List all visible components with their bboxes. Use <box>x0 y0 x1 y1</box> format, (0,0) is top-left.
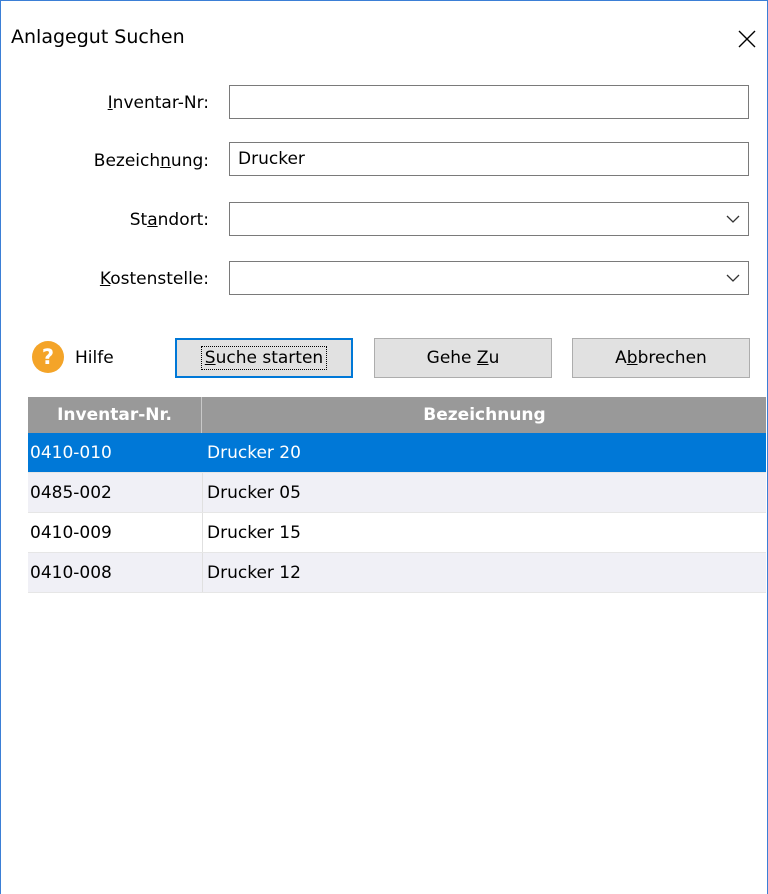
question-icon[interactable]: ? <box>32 341 64 373</box>
table-row[interactable]: 0410-010 Drucker 20 <box>28 433 766 473</box>
close-button[interactable] <box>728 20 766 58</box>
help-label[interactable]: Hilfe <box>75 348 114 368</box>
bezeichnung-field[interactable] <box>229 142 749 176</box>
cell-bezeichnung: Drucker 15 <box>207 522 301 543</box>
cell-bezeichnung: Drucker 20 <box>207 442 301 463</box>
column-header-bezeichnung[interactable]: Bezeichnung <box>203 397 766 433</box>
inventar-nr-label: Inventar-Nr: <box>107 93 209 113</box>
bezeichnung-input[interactable] <box>230 143 748 175</box>
cell-inventar-nr: 0410-010 <box>28 433 203 472</box>
cell-bezeichnung: Drucker 05 <box>207 482 301 503</box>
inventar-nr-input[interactable] <box>230 86 748 118</box>
goto-button[interactable]: Gehe Zu <box>374 338 552 378</box>
chevron-down-icon <box>726 274 740 282</box>
chevron-down-icon <box>726 215 740 223</box>
cell-inventar-nr: 0485-002 <box>28 473 203 512</box>
table-header: Inventar-Nr. Bezeichnung <box>28 397 766 433</box>
search-button[interactable]: Suche starten <box>175 338 353 378</box>
title-bar: Anlagegut Suchen <box>1 1 767 78</box>
cell-bezeichnung: Drucker 12 <box>207 562 301 583</box>
kostenstelle-label: Kostenstelle: <box>99 269 209 289</box>
window-title: Anlagegut Suchen <box>11 26 185 48</box>
search-dialog: Anlagegut Suchen Inventar-Nr: Bezeichnun… <box>0 0 768 894</box>
kostenstelle-dropdown[interactable] <box>229 261 749 295</box>
bezeichnung-label: Bezeichnung: <box>93 151 209 171</box>
search-button-label: Suche starten <box>200 346 328 370</box>
cancel-button-label: Abbrechen <box>615 348 707 368</box>
inventar-nr-field[interactable] <box>229 85 749 119</box>
standort-label: Standort: <box>129 210 209 230</box>
goto-button-label: Gehe Zu <box>426 348 500 368</box>
column-header-inventar-nr[interactable]: Inventar-Nr. <box>28 397 202 433</box>
cell-inventar-nr: 0410-009 <box>28 513 203 552</box>
table-row[interactable]: 0485-002 Drucker 05 <box>28 473 766 513</box>
close-icon <box>738 30 756 48</box>
cell-inventar-nr: 0410-008 <box>28 553 203 592</box>
table-row[interactable]: 0410-009 Drucker 15 <box>28 513 766 553</box>
cancel-button[interactable]: Abbrechen <box>572 338 750 378</box>
table-row[interactable]: 0410-008 Drucker 12 <box>28 553 766 593</box>
standort-dropdown[interactable] <box>229 202 749 236</box>
